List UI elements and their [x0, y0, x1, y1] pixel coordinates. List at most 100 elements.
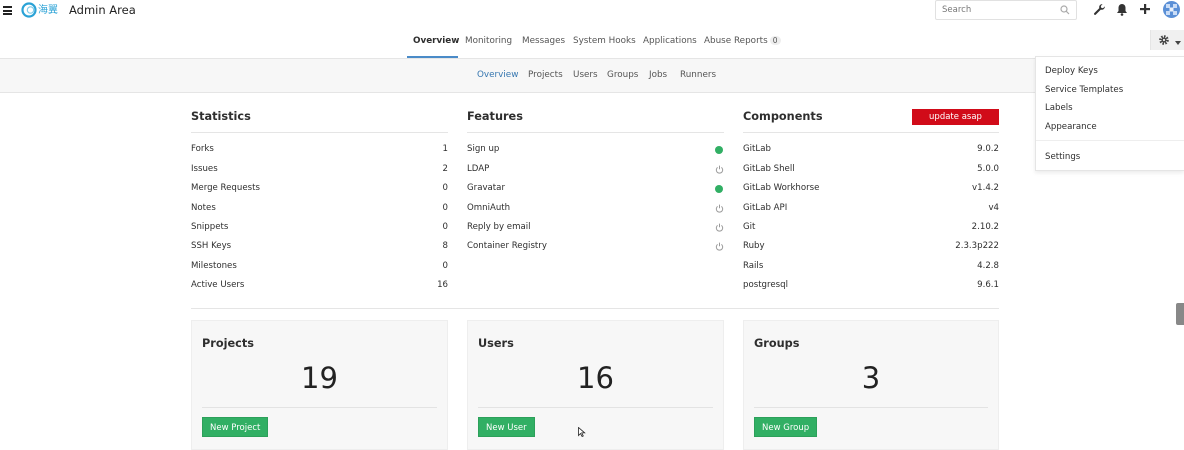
subtab-overview[interactable]: Overview	[477, 70, 518, 80]
menu-item-appearance[interactable]: Appearance	[1045, 122, 1097, 132]
wrench-icon[interactable]	[1093, 3, 1106, 19]
settings-dropdown-toggle[interactable]	[1150, 30, 1184, 50]
card-divider	[478, 407, 713, 408]
search-input[interactable]	[936, 1, 1054, 19]
section-divider	[191, 308, 999, 309]
feature-label: LDAP	[467, 164, 490, 174]
top-header: 海翼 Admin Area	[0, 0, 1184, 24]
statistic-value: 8	[442, 241, 448, 251]
statistic-value: 0	[442, 222, 448, 232]
collapse-handle[interactable]	[1176, 303, 1184, 325]
statistic-value: 0	[442, 183, 448, 193]
statistic-label: Milestones	[191, 261, 237, 271]
statistic-label: Merge Requests	[191, 183, 260, 193]
card-title: Groups	[754, 337, 800, 350]
statistic-value: 16	[437, 280, 448, 290]
menu-item-deploy-keys[interactable]: Deploy Keys	[1045, 66, 1098, 76]
menu-icon[interactable]	[3, 6, 12, 15]
card-title: Users	[478, 337, 514, 350]
subtab-projects[interactable]: Projects	[528, 70, 563, 80]
status-on-icon	[715, 185, 723, 193]
tab-messages[interactable]: Messages	[522, 36, 565, 46]
statistic-value: 0	[442, 203, 448, 213]
tab-overview[interactable]: Overview	[413, 36, 459, 46]
component-version: 5.0.0	[977, 164, 999, 174]
tab-system-hooks[interactable]: System Hooks	[573, 36, 636, 46]
menu-item-labels[interactable]: Labels	[1045, 103, 1073, 113]
statistic-label: Issues	[191, 164, 218, 174]
subtab-runners[interactable]: Runners	[680, 70, 716, 80]
component-label: GitLab Workhorse	[743, 183, 820, 193]
components-title: Components	[743, 110, 823, 123]
component-label: Git	[743, 222, 756, 232]
tab-abuse-reports-label: Abuse Reports	[704, 36, 768, 46]
subtab-jobs[interactable]: Jobs	[649, 70, 667, 80]
settings-dropdown-menu: Deploy Keys Service Templates Labels App…	[1035, 56, 1184, 171]
component-label: GitLab API	[743, 203, 788, 213]
statistic-label: Active Users	[191, 280, 245, 290]
component-label: Ruby	[743, 241, 765, 251]
search-icon[interactable]	[1060, 5, 1070, 18]
card-count: 16	[577, 361, 614, 395]
card-count: 3	[861, 361, 881, 395]
admin-nav: Overview Monitoring Messages System Hook…	[0, 24, 1184, 59]
component-version: 9.6.1	[977, 280, 999, 290]
new-project-button[interactable]: New Project	[202, 417, 269, 437]
feature-label: Reply by email	[467, 222, 531, 232]
component-version: v4	[988, 203, 999, 213]
chevron-down-icon[interactable]	[1175, 38, 1181, 48]
avatar[interactable]	[1163, 1, 1180, 18]
statistic-value: 2	[442, 164, 448, 174]
app-title: Admin Area	[69, 3, 136, 17]
plus-icon[interactable]	[1139, 3, 1151, 18]
admin-subnav: Overview Projects Users Groups Jobs Runn…	[0, 59, 1184, 93]
power-off-icon	[715, 223, 724, 235]
component-label: Rails	[743, 261, 764, 271]
statistic-value: 0	[442, 261, 448, 271]
card-divider	[202, 407, 437, 408]
menu-item-service-templates[interactable]: Service Templates	[1045, 85, 1123, 95]
tab-abuse-reports[interactable]: Abuse Reports 0	[704, 36, 781, 46]
features-divider	[467, 132, 724, 133]
component-label: GitLab	[743, 144, 771, 154]
new-group-button[interactable]: New Group	[754, 417, 818, 437]
power-off-icon	[715, 242, 724, 254]
statistic-label: Notes	[191, 203, 216, 213]
subtab-groups[interactable]: Groups	[607, 70, 638, 80]
tab-monitoring[interactable]: Monitoring	[465, 36, 512, 46]
menu-item-settings[interactable]: Settings	[1045, 152, 1080, 162]
bell-icon[interactable]	[1116, 3, 1128, 19]
component-version: 2.10.2	[971, 222, 999, 232]
components-divider	[743, 132, 999, 133]
feature-label: OmniAuth	[467, 203, 511, 213]
gear-icon[interactable]	[1158, 34, 1170, 49]
component-label: GitLab Shell	[743, 164, 795, 174]
projects-card: Projects 19 New Project	[191, 320, 448, 450]
search-box[interactable]	[935, 0, 1077, 20]
card-divider	[754, 407, 988, 408]
statistic-label: Snippets	[191, 222, 229, 232]
card-title: Projects	[202, 337, 254, 350]
power-off-icon	[715, 165, 724, 177]
groups-card: Groups 3 New Group	[743, 320, 999, 450]
component-version: v1.4.2	[972, 183, 999, 193]
abuse-reports-badge: 0	[769, 36, 781, 45]
tab-applications[interactable]: Applications	[643, 36, 697, 46]
feature-label: Container Registry	[467, 241, 547, 251]
update-asap-button[interactable]: update asap	[912, 109, 999, 125]
features-title: Features	[467, 110, 523, 123]
component-version: 4.2.8	[977, 261, 999, 271]
site-logo[interactable]: 海翼	[21, 2, 63, 18]
logo-text: 海翼	[38, 3, 58, 16]
users-card: Users 16 New User	[467, 320, 724, 450]
statistic-label: SSH Keys	[191, 241, 232, 251]
statistic-label: Forks	[191, 144, 214, 154]
mouse-cursor-icon	[578, 426, 586, 440]
component-version: 2.3.3p222	[955, 241, 999, 251]
statistics-divider	[191, 132, 448, 133]
subtab-users[interactable]: Users	[573, 70, 598, 80]
new-user-button[interactable]: New User	[478, 417, 535, 437]
component-version: 9.0.2	[977, 144, 999, 154]
card-count: 19	[301, 361, 338, 395]
statistics-title: Statistics	[191, 110, 251, 123]
